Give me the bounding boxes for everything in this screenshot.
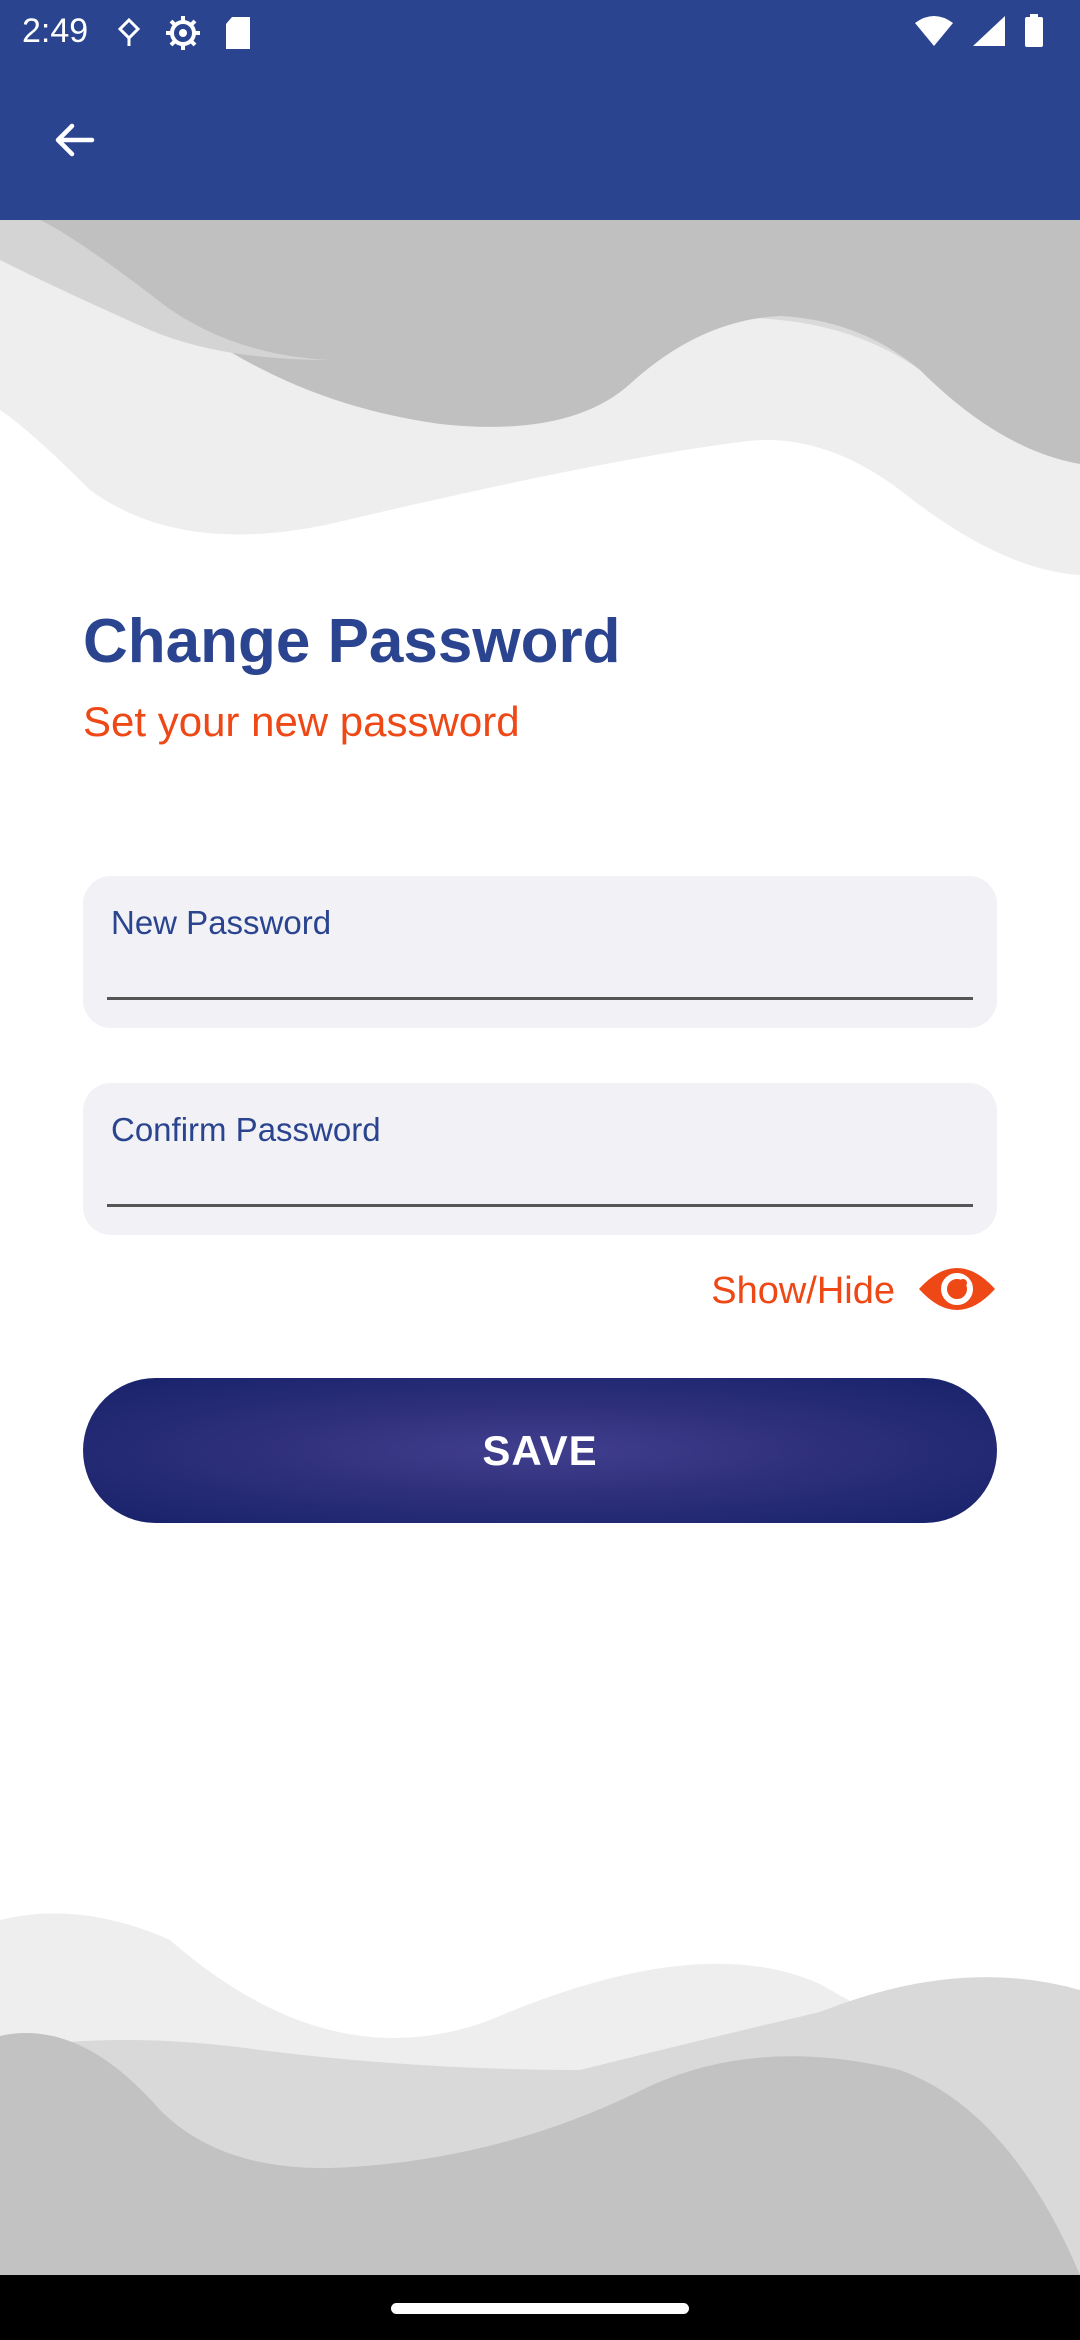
navigation-icon [116, 17, 142, 53]
bottom-wave-decoration [0, 1913, 1080, 2275]
back-button[interactable] [36, 104, 112, 180]
wifi-icon [914, 15, 954, 52]
page-subtitle: Set your new password [83, 698, 520, 745]
sd-card-icon [224, 16, 252, 55]
arrow-left-icon [50, 116, 98, 169]
battery-icon [1024, 14, 1044, 53]
status-bar: 2:49 [0, 0, 1080, 64]
settings-icon [164, 14, 202, 57]
new-password-label: New Password [111, 904, 332, 941]
status-right-icons [914, 14, 1044, 53]
show-hide-toggle[interactable]: Show/Hide [711, 1256, 997, 1326]
eye-icon[interactable] [917, 1259, 997, 1324]
top-wave-decoration [0, 220, 1080, 575]
confirm-password-field: Confirm Password [83, 1083, 997, 1235]
save-button[interactable]: SAVE [83, 1378, 997, 1523]
app-bar [0, 64, 1080, 220]
home-indicator[interactable] [391, 2303, 689, 2314]
confirm-password-input[interactable] [107, 1159, 973, 1207]
new-password-field: New Password [83, 876, 997, 1028]
new-password-input[interactable] [107, 952, 973, 1000]
status-left-icons [116, 14, 252, 57]
signal-icon [972, 15, 1006, 52]
show-hide-label: Show/Hide [711, 1269, 895, 1312]
page-title: Change Password [83, 607, 621, 676]
status-time: 2:49 [22, 12, 89, 50]
confirm-password-label: Confirm Password [111, 1111, 381, 1148]
